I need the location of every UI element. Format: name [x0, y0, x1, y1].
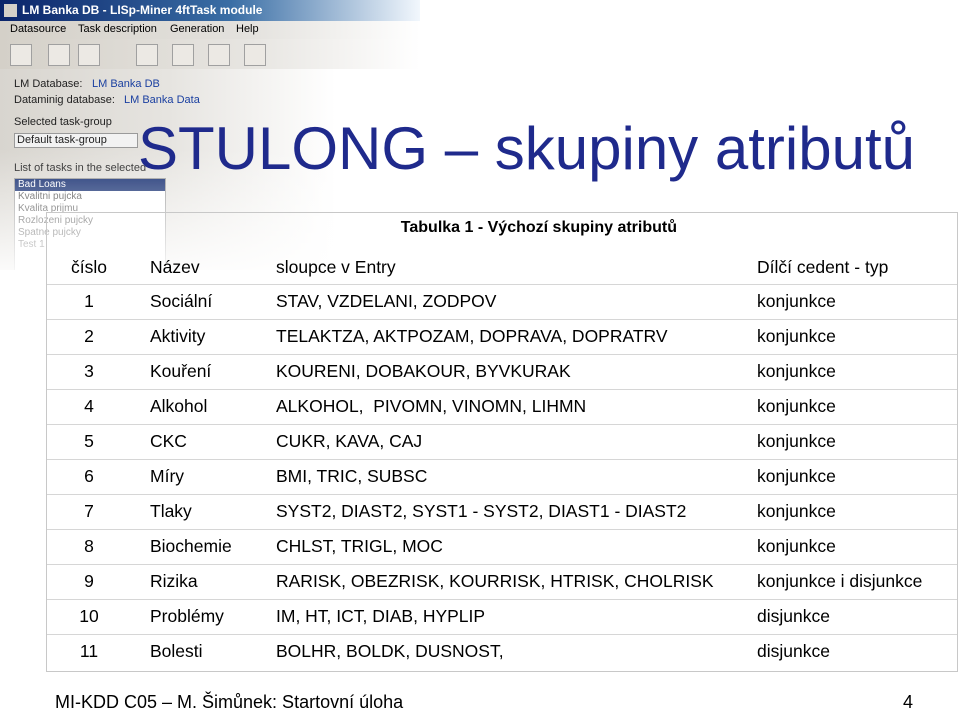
header-sloupce: sloupce v Entry [276, 257, 396, 277]
table-row: 11 Bolesti BOLHR, BOLDK, DUSNOST, disjun… [47, 634, 957, 669]
cell-name: Aktivity [150, 326, 206, 346]
cell-name: Rizika [150, 571, 198, 591]
cell-columns: CUKR, KAVA, CAJ [276, 431, 423, 451]
cell-columns: BMI, TRIC, SUBSC [276, 466, 428, 486]
cell-number: 2 [84, 326, 94, 346]
toolbar-button-icon[interactable] [208, 44, 230, 66]
cell-type: konjunkce [757, 291, 836, 311]
header-nazev: Název [150, 257, 200, 277]
cell-columns: SYST2, DIAST2, SYST1 - SYST2, DIAST1 - D… [276, 501, 687, 521]
page-number: 4 [903, 692, 914, 712]
cell-type: konjunkce [757, 396, 836, 416]
table-row: 9 Rizika RARISK, OBEZRISK, KOURRISK, HTR… [47, 564, 957, 600]
cell-columns: IM, HT, ICT, DIAB, HYPLIP [276, 606, 486, 626]
table-header-row: číslo Název sloupce v Entry Dílčí cedent… [47, 249, 957, 285]
cell-number: 9 [84, 571, 94, 591]
cell-number: 7 [84, 501, 94, 521]
cell-type: konjunkce [757, 466, 836, 486]
menu-datasource[interactable]: Datasource [10, 23, 66, 35]
cell-columns: KOURENI, DOBAKOUR, BYVKURAK [276, 361, 571, 381]
table-row: 2 Aktivity TELAKTZA, AKTPOZAM, DOPRAVA, … [47, 319, 957, 355]
cell-name: Míry [150, 466, 185, 486]
app-icon [4, 4, 17, 17]
lm-database-value: LM Banka DB [92, 78, 160, 90]
cell-number: 8 [84, 536, 94, 556]
cell-number: 4 [84, 396, 94, 416]
table-row: 5 CKC CUKR, KAVA, CAJ konjunkce [47, 424, 957, 460]
list-item[interactable]: Kvalitni pujcka [15, 191, 165, 203]
table-row: 6 Míry BMI, TRIC, SUBSC konjunkce [47, 459, 957, 495]
menu-bar: Datasource Task description Generation H… [0, 21, 420, 39]
cell-columns: CHLST, TRIGL, MOC [276, 536, 443, 556]
toolbar-button-icon[interactable] [78, 44, 100, 66]
datamining-database-label: Dataminig database: [14, 94, 115, 106]
cell-number: 6 [84, 466, 94, 486]
cell-columns: BOLHR, BOLDK, DUSNOST, [276, 641, 504, 661]
cell-type: disjunkce [757, 606, 830, 626]
slide-title: STULONG – skupiny atributů [138, 115, 915, 182]
cell-number: 10 [79, 606, 99, 626]
cell-name: Alkohol [150, 396, 208, 416]
cell-type: konjunkce [757, 361, 836, 381]
cell-type: konjunkce [757, 326, 836, 346]
cell-number: 1 [84, 291, 94, 311]
footer-text: MI-KDD C05 – M. Šimůnek: Startovní úloha [55, 692, 404, 712]
cell-type: konjunkce i disjunkce [757, 571, 923, 591]
cell-type: disjunkce [757, 641, 830, 661]
cell-type: konjunkce [757, 536, 836, 556]
cell-columns: STAV, VZDELANI, ZODPOV [276, 291, 497, 311]
cell-type: konjunkce [757, 501, 836, 521]
cell-type: konjunkce [757, 431, 836, 451]
table-row: 4 Alkohol ALKOHOL, PIVOMN, VINOMN, LIHMN… [47, 389, 957, 425]
table-row: 7 Tlaky SYST2, DIAST2, SYST1 - SYST2, DI… [47, 494, 957, 530]
table-caption: Tabulka 1 - Výchozí skupiny atributů [400, 219, 677, 236]
header-cislo: číslo [71, 257, 107, 277]
header-cedent-typ: Dílčí cedent - typ [757, 257, 889, 277]
task-group-label: Selected task-group [14, 116, 112, 128]
toolbar-button-icon[interactable] [136, 44, 158, 66]
menu-generation[interactable]: Generation [170, 23, 224, 35]
datamining-database-value: LM Banka Data [124, 94, 200, 106]
cell-name: CKC [150, 431, 187, 451]
toolbar-button-icon[interactable] [244, 44, 266, 66]
window-title: LM Banka DB - LISp-Miner 4ftTask module [22, 3, 263, 17]
cell-name: Problémy [150, 606, 224, 626]
window-titlebar: LM Banka DB - LISp-Miner 4ftTask module [0, 0, 420, 21]
toolbar-button-icon[interactable] [10, 44, 32, 66]
cell-columns: RARISK, OBEZRISK, KOURRISK, HTRISK, CHOL… [276, 571, 714, 591]
cell-name: Sociální [150, 291, 213, 311]
task-group-select[interactable]: Default task-group [14, 133, 138, 148]
table-row: 10 Problémy IM, HT, ICT, DIAB, HYPLIP di… [47, 599, 957, 635]
cell-name: Kouření [150, 361, 212, 381]
cell-number: 5 [84, 431, 94, 451]
toolbar [0, 39, 420, 69]
cell-columns: ALKOHOL, PIVOMN, VINOMN, LIHMN [276, 396, 587, 416]
cell-name: Biochemie [150, 536, 232, 556]
table-row: 8 Biochemie CHLST, TRIGL, MOC konjunkce [47, 529, 957, 565]
menu-help[interactable]: Help [236, 23, 259, 35]
tasks-list-label: List of tasks in the selected [14, 162, 147, 174]
toolbar-button-icon[interactable] [172, 44, 194, 66]
menu-task-description[interactable]: Task description [78, 23, 157, 35]
cell-columns: TELAKTZA, AKTPOZAM, DOPRAVA, DOPRATRV [276, 326, 668, 346]
cell-number: 11 [79, 641, 99, 661]
toolbar-button-icon[interactable] [48, 44, 70, 66]
attribute-groups-table: Tabulka 1 - Výchozí skupiny atributů čís… [46, 212, 958, 672]
cell-name: Bolesti [150, 641, 203, 661]
table-row: 3 Kouření KOURENI, DOBAKOUR, BYVKURAK ko… [47, 354, 957, 390]
table-row: 1 Sociální STAV, VZDELANI, ZODPOV konjun… [47, 284, 957, 320]
cell-name: Tlaky [150, 501, 192, 521]
cell-number: 3 [84, 361, 94, 381]
lm-database-label: LM Database: [14, 78, 83, 90]
